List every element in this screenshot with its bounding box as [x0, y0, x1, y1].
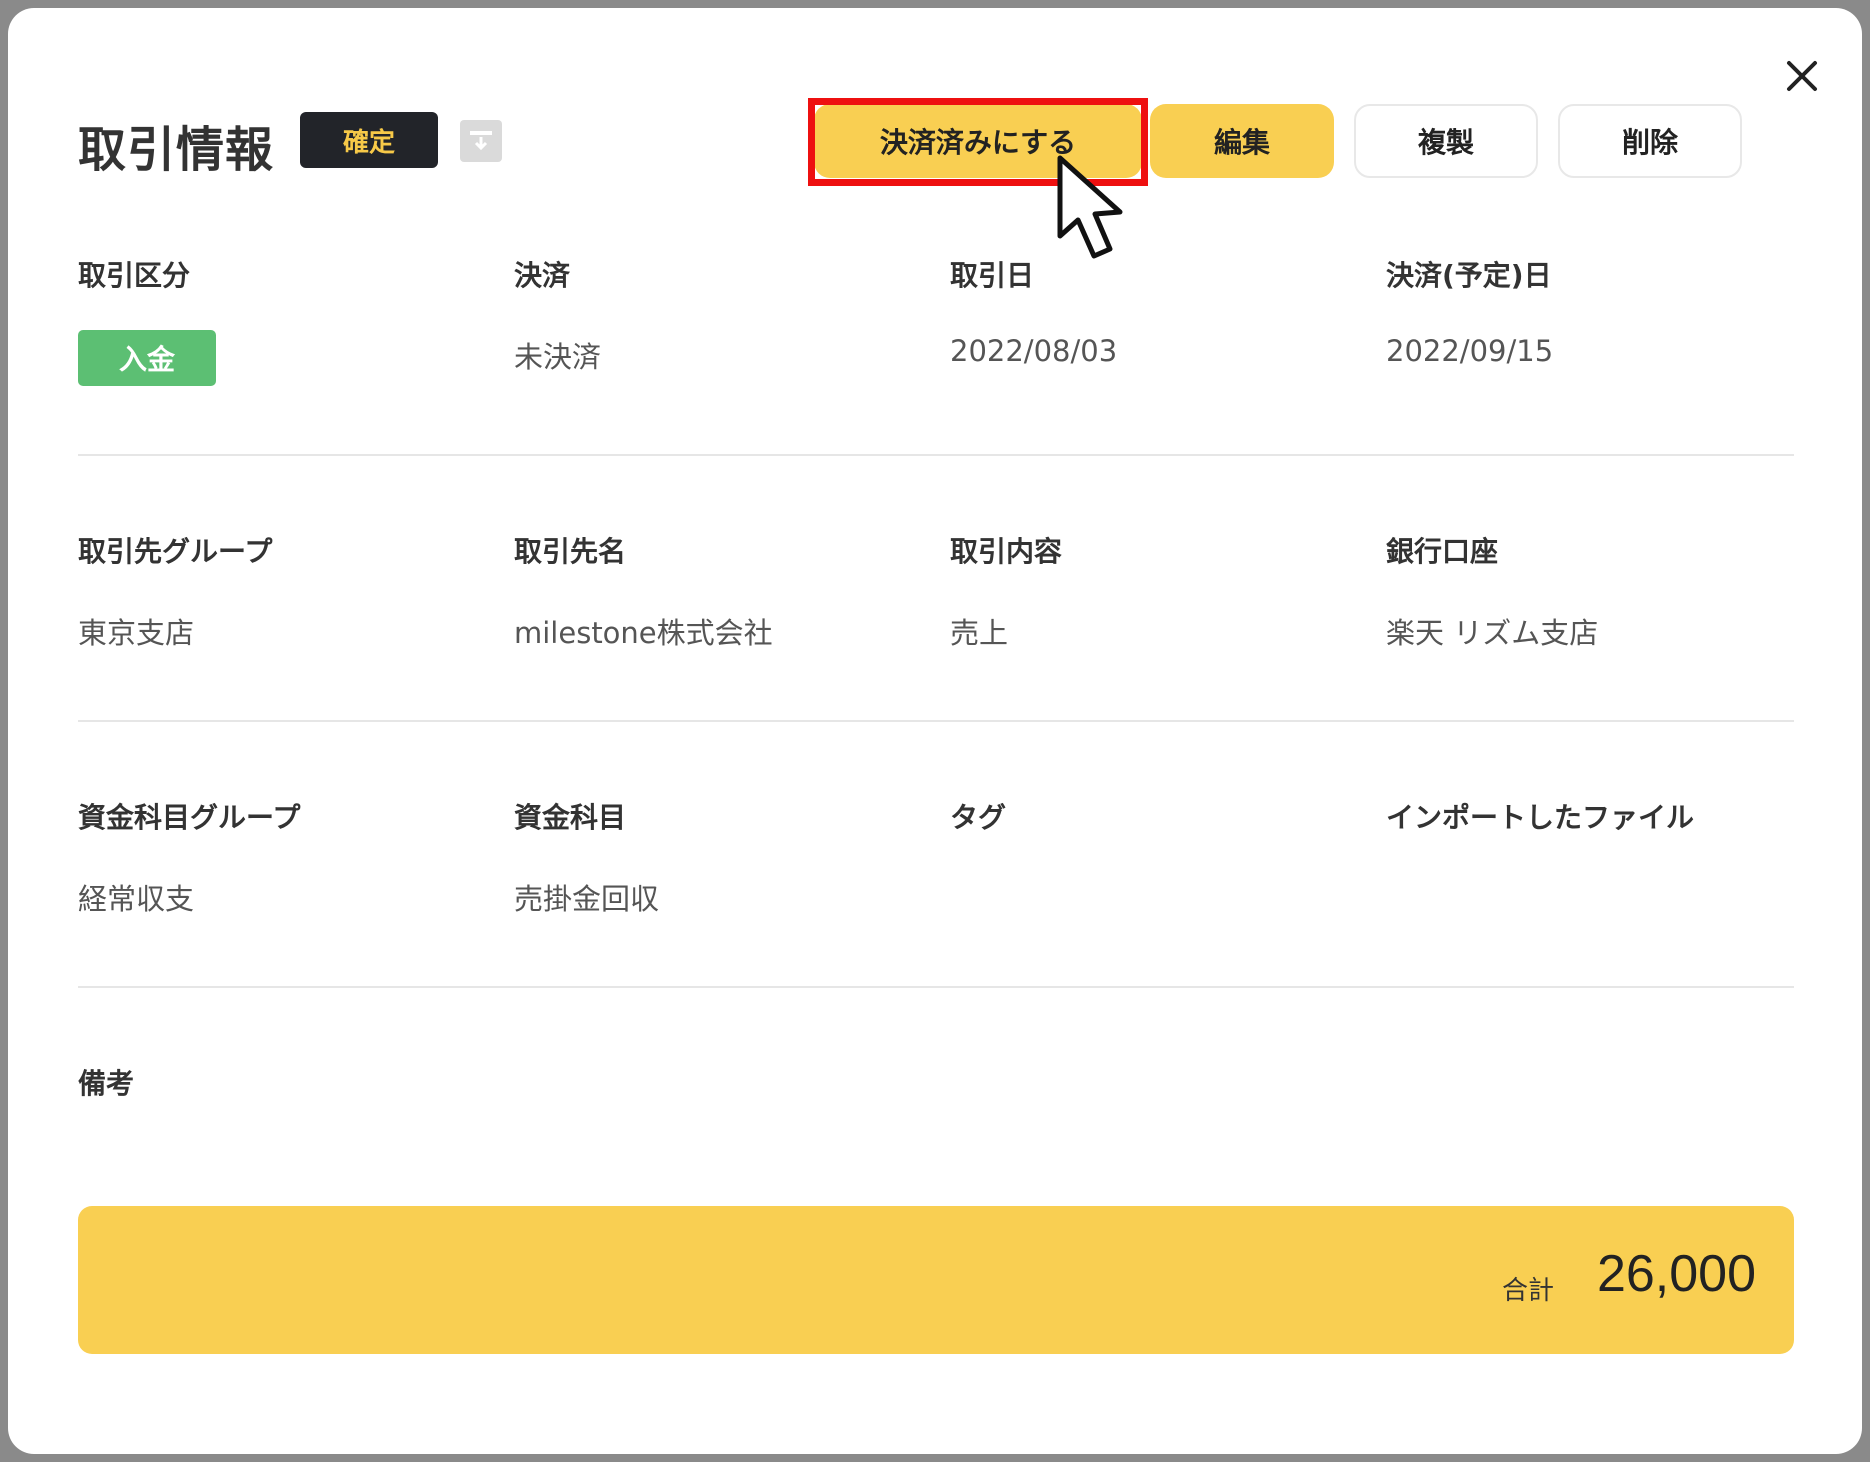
field-fund-category-group: 資金科目グループ 経常収支 — [78, 796, 498, 916]
field-value: 売上 — [950, 616, 1009, 650]
delete-button[interactable]: 削除 — [1558, 104, 1742, 178]
field-label: 決済(予定)日 — [1386, 259, 1552, 292]
field-value: 売掛金回収 — [514, 882, 660, 916]
field-label: 資金科目 — [514, 801, 627, 834]
field-label: 取引先名 — [514, 535, 627, 568]
deposit-badge: 入金 — [78, 330, 216, 386]
field-imported-file: インポートしたファイル — [1386, 796, 1806, 836]
field-label: 取引区分 — [78, 259, 191, 292]
field-partner-name: 取引先名 milestone株式会社 — [514, 530, 934, 650]
field-label: 取引先グループ — [78, 535, 273, 568]
field-value: 2022/09/15 — [1386, 334, 1554, 368]
total-label: 合計 — [1501, 1276, 1554, 1306]
field-tags: タグ — [950, 796, 1370, 836]
field-label: 銀行口座 — [1386, 535, 1499, 568]
divider — [78, 986, 1794, 988]
field-bank-account: 銀行口座 楽天 リズム支店 — [1386, 530, 1806, 650]
divider — [78, 720, 1794, 722]
field-notes: 備考 — [78, 1062, 498, 1102]
divider — [78, 454, 1794, 456]
field-value: 未決済 — [514, 340, 602, 374]
field-transaction-date: 取引日 2022/08/03 — [950, 254, 1370, 368]
field-value: 経常収支 — [78, 882, 195, 916]
field-label: 取引内容 — [950, 535, 1063, 568]
field-value: milestone株式会社 — [514, 616, 773, 650]
field-transaction-content: 取引内容 売上 — [950, 530, 1370, 650]
archive-down-icon[interactable] — [460, 120, 502, 162]
close-icon — [1787, 61, 1817, 91]
page-title: 取引情報 — [78, 122, 275, 178]
field-label: 決済 — [514, 259, 571, 292]
field-settlement-date: 決済(予定)日 2022/09/15 — [1386, 254, 1806, 368]
field-settlement: 決済 未決済 — [514, 254, 934, 374]
total-value: 26,000 — [1596, 1245, 1756, 1303]
notes-label: 備考 — [78, 1067, 135, 1100]
mark-settled-button[interactable]: 決済済みにする — [814, 104, 1142, 178]
total-bar: 合計 26,000 — [78, 1206, 1794, 1354]
field-fund-category: 資金科目 売掛金回収 — [514, 796, 934, 916]
field-transaction-type: 取引区分 入金 — [78, 254, 498, 386]
field-value: 楽天 リズム支店 — [1386, 616, 1599, 650]
close-button[interactable] — [1778, 52, 1826, 100]
field-label: 取引日 — [950, 259, 1035, 292]
edit-button[interactable]: 編集 — [1150, 104, 1334, 178]
field-label: タグ — [950, 801, 1007, 834]
field-partner-group: 取引先グループ 東京支店 — [78, 530, 498, 650]
duplicate-button[interactable]: 複製 — [1354, 104, 1538, 178]
field-value: 2022/08/03 — [950, 334, 1118, 368]
status-badge: 確定 — [300, 112, 438, 168]
field-label: インポートしたファイル — [1386, 801, 1695, 834]
field-value: 東京支店 — [78, 616, 195, 650]
transaction-detail-modal: 取引情報 確定 決済済みにする 編集 複製 削除 取引区分 入金 決済 未決済 … — [8, 8, 1862, 1454]
field-label: 資金科目グループ — [78, 801, 301, 834]
